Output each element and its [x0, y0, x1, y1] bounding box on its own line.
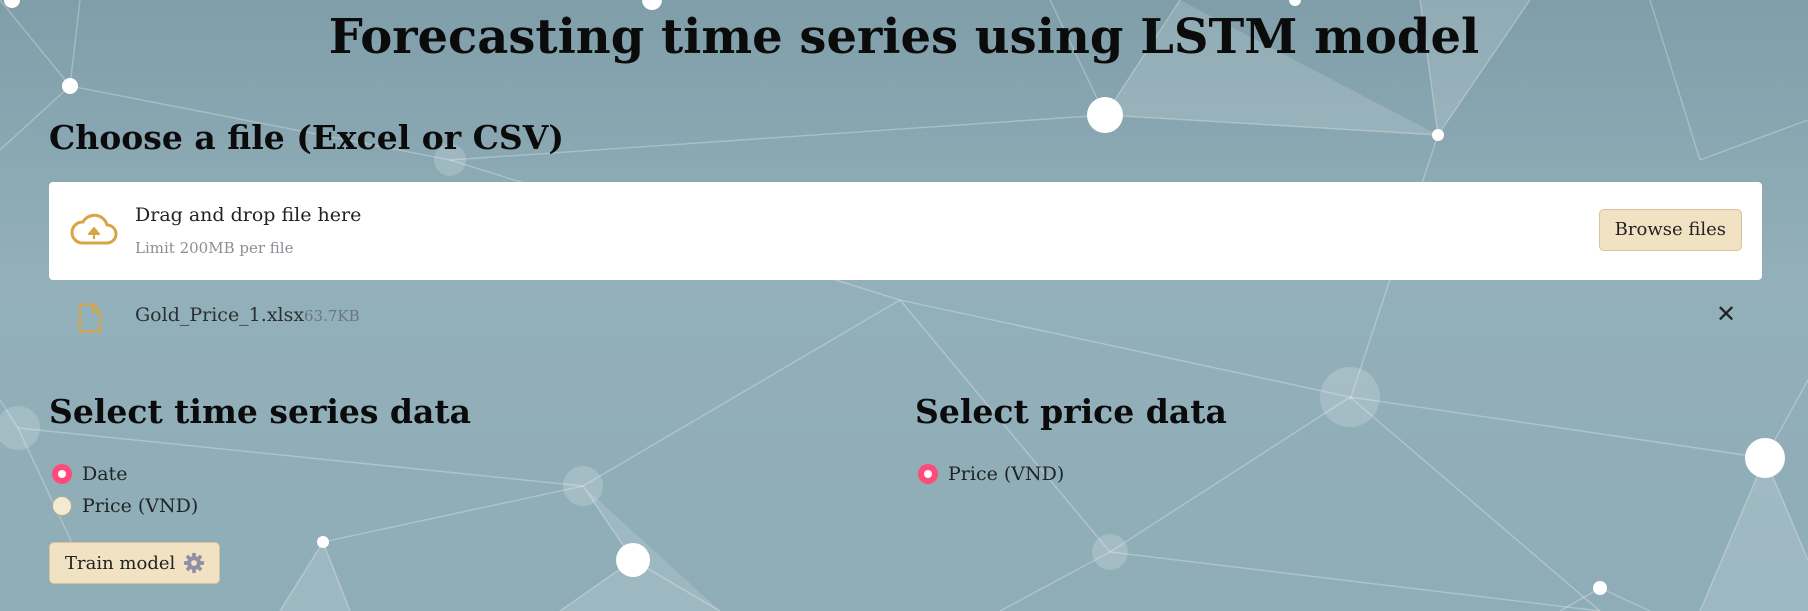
price-heading: Select price data — [915, 392, 1227, 431]
time-series-radio-group: Date Price (VND) — [49, 458, 198, 522]
dropzone-title: Drag and drop file here — [135, 204, 362, 226]
radio-label: Date — [82, 463, 128, 485]
radio-label: Price (VND) — [82, 495, 199, 517]
uploaded-file-item: Gold_Price_1.xlsx 63.7KB ✕ — [49, 296, 1762, 336]
file-icon — [79, 303, 101, 333]
close-icon[interactable]: ✕ — [1712, 300, 1740, 328]
file-dropzone[interactable]: Drag and drop file here Limit 200MB per … — [49, 182, 1762, 280]
price-radio-group: Price (VND) — [915, 458, 1064, 490]
radio-label: Price (VND) — [948, 463, 1065, 485]
gear-icon — [184, 552, 205, 574]
train-model-button[interactable]: Train model — [49, 542, 221, 584]
radio-unselected-icon[interactable] — [52, 496, 72, 516]
browse-files-button[interactable]: Browse files — [1598, 209, 1742, 251]
main-content: Forecasting time series using LSTM model… — [0, 0, 1808, 611]
page-title: Forecasting time series using LSTM model — [328, 9, 1480, 65]
dropzone-limit: Limit 200MB per file — [135, 239, 294, 257]
radio-option-date[interactable]: Date — [49, 458, 198, 490]
time-series-heading: Select time series data — [49, 392, 472, 431]
train-button-label: Train model — [65, 552, 176, 574]
radio-selected-icon[interactable] — [52, 464, 72, 484]
cloud-upload-icon — [70, 213, 118, 245]
file-size: 63.7KB — [304, 307, 360, 325]
upload-heading: Choose a file (Excel or CSV) — [49, 118, 564, 157]
radio-option-price[interactable]: Price (VND) — [49, 490, 198, 522]
radio-selected-icon[interactable] — [918, 464, 938, 484]
radio-option-price[interactable]: Price (VND) — [915, 458, 1064, 490]
file-name: Gold_Price_1.xlsx — [135, 304, 305, 326]
